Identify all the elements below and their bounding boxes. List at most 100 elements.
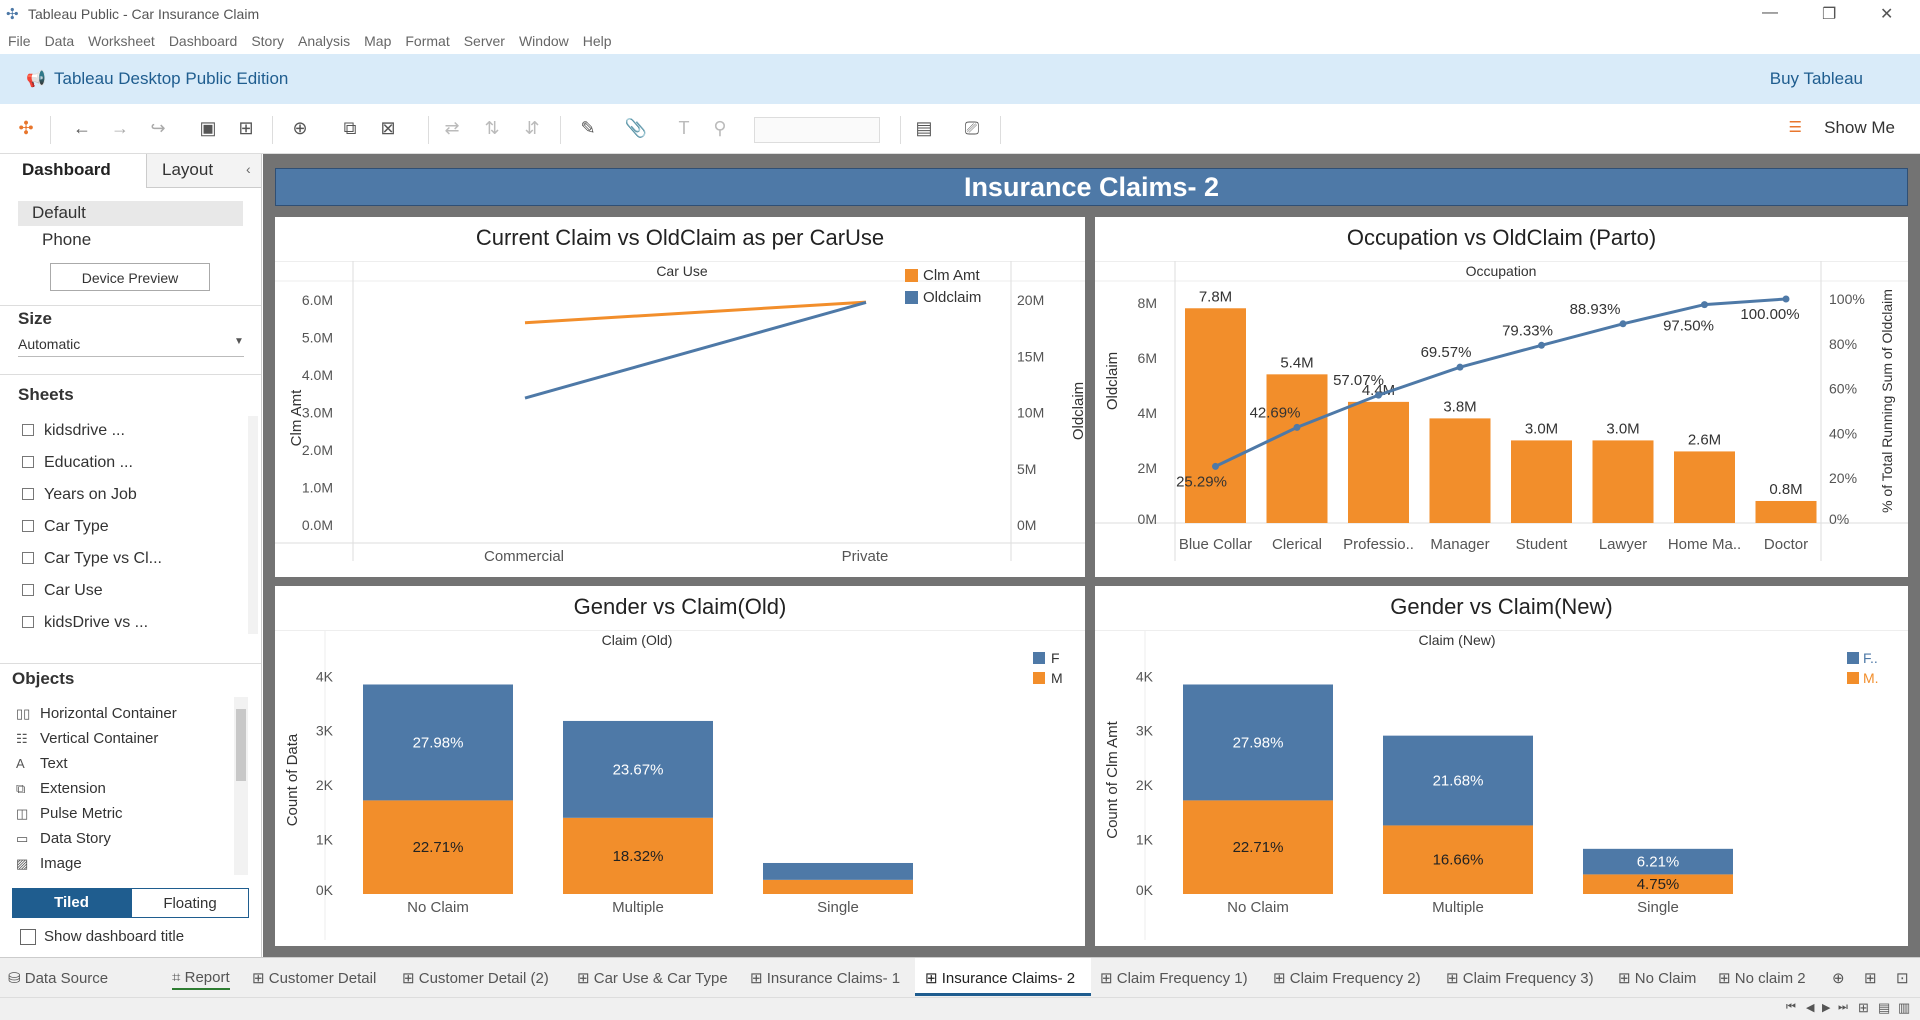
tab-claim-frequency-2[interactable]: ⊞ Claim Frequency 2) <box>1273 969 1421 987</box>
highlight-icon[interactable]: ✎ <box>576 118 600 139</box>
label-icon[interactable]: T <box>672 118 696 139</box>
object-pulse-metric[interactable]: ◫ Pulse Metric <box>16 805 123 822</box>
tableau-start-icon[interactable]: ✣ <box>14 118 38 139</box>
fit-dropdown[interactable] <box>754 117 880 143</box>
tab-claim-frequency-1[interactable]: ⊞ Claim Frequency 1) <box>1100 969 1248 987</box>
sheet-education[interactable]: Education ... <box>22 454 133 472</box>
sheet-car-use[interactable]: Car Use <box>22 582 103 600</box>
menu-map[interactable]: Map <box>364 33 391 49</box>
new-story-tab-icon[interactable]: ⊡ <box>1896 969 1909 987</box>
tab-insurance-claims-2[interactable]: ⊞ Insurance Claims- 2 <box>925 969 1075 987</box>
object-vertical-container[interactable]: ☷ Vertical Container <box>16 730 158 747</box>
clear-icon[interactable]: ⊠ <box>376 118 400 139</box>
tiled-button[interactable]: Tiled <box>12 888 131 918</box>
new-dashboard-tab-icon[interactable]: ⊞ <box>1864 969 1877 987</box>
grid-view-icon[interactable]: ⊞ <box>1858 1000 1869 1016</box>
last-page-icon[interactable]: ⏭ <box>1838 1001 1848 1014</box>
sort-asc-icon[interactable]: ⇅ <box>480 118 504 139</box>
undo-icon[interactable]: ← <box>70 118 94 139</box>
next-page-icon[interactable]: ▶ <box>1822 1001 1830 1014</box>
sheet-kidsdrive-vs[interactable]: kidsDrive vs ... <box>22 614 148 632</box>
object-extension[interactable]: ⧉ Extension <box>16 780 106 797</box>
close-icon[interactable]: ✕ <box>1880 4 1893 24</box>
replay-icon[interactable]: ↪ <box>146 118 170 139</box>
restore-icon[interactable]: ❐ <box>1822 4 1836 24</box>
menu-help[interactable]: Help <box>583 33 612 49</box>
size-dropdown-arrow-icon[interactable]: ▼ <box>234 336 244 347</box>
sheet-car-type[interactable]: Car Type <box>22 518 109 536</box>
chart-occupation-panel[interactable]: Occupation vs OldClaim (Parto) Occupatio… <box>1095 217 1908 577</box>
duplicate-icon[interactable]: ⧉ <box>338 118 362 139</box>
menu-dashboard[interactable]: Dashboard <box>169 33 238 49</box>
menu-data[interactable]: Data <box>45 33 75 49</box>
new-worksheet-icon[interactable]: ⊕ <box>288 118 312 139</box>
device-phone[interactable]: Phone <box>42 230 91 250</box>
chart-caruse[interactable]: Car Use Commercial Private Clm Amt Oldcl… <box>275 261 1085 561</box>
swap-icon[interactable]: ⇄ <box>440 118 464 139</box>
minimize-icon[interactable]: — <box>1762 4 1778 22</box>
tab-customer-detail[interactable]: ⊞ Customer Detail <box>252 969 376 987</box>
tab-layout[interactable]: Layout <box>162 160 213 180</box>
save-icon[interactable]: ▣ <box>196 118 220 139</box>
y-tick-right: 40% <box>1829 425 1857 441</box>
sort-desc-icon[interactable]: ⇵ <box>520 118 544 139</box>
collapse-pane-icon[interactable]: ‹ <box>246 161 251 177</box>
tab-no-claim[interactable]: ⊞ No Claim <box>1618 969 1696 987</box>
device-preview-button[interactable]: Device Preview <box>50 263 210 291</box>
first-page-icon[interactable]: ⏮ <box>1786 1001 1796 1014</box>
tab-insurance-claims-1[interactable]: ⊞ Insurance Claims- 1 <box>750 969 900 987</box>
menu-file[interactable]: File <box>8 33 31 49</box>
tab-report[interactable]: ⌗ Report <box>172 969 230 990</box>
floating-button[interactable]: Floating <box>131 888 249 918</box>
attach-icon[interactable]: 📎 <box>624 118 648 139</box>
sheet-years-on-job[interactable]: Years on Job <box>22 486 137 504</box>
size-dropdown[interactable]: Automatic <box>18 336 80 352</box>
prev-page-icon[interactable]: ◀ <box>1806 1001 1814 1014</box>
objects-scrollbar[interactable] <box>234 697 248 875</box>
new-worksheet-tab-icon[interactable]: ⊕ <box>1832 969 1845 987</box>
menu-server[interactable]: Server <box>464 33 505 49</box>
chart-gender-old-panel[interactable]: Gender vs Claim(Old) Claim (Old) Count o… <box>275 586 1085 946</box>
show-title-checkbox[interactable] <box>20 929 36 945</box>
list-view-icon[interactable]: ▤ <box>1878 1000 1890 1016</box>
vertical-container-icon: ☷ <box>16 731 28 746</box>
object-horizontal-container[interactable]: ▯▯ Horizontal Container <box>16 705 177 722</box>
edition-label: Tableau Desktop Public Edition <box>54 69 289 88</box>
chart-caruse-panel[interactable]: Current Claim vs OldClaim as per CarUse … <box>275 217 1085 577</box>
show-me-button[interactable]: Show Me <box>1824 118 1895 138</box>
menu-analysis[interactable]: Analysis <box>298 33 350 49</box>
sheet-car-type-vs-claim[interactable]: Car Type vs Cl... <box>22 550 162 568</box>
chart-gender-new[interactable]: Claim (New) Count of Clm Amt 4K3K2K1K0K … <box>1095 630 1908 940</box>
presentation-icon[interactable]: ⎚ <box>960 118 984 139</box>
chart-gender-old[interactable]: Claim (Old) Count of Data 4K 3K 2K 1K 0K 22.… <box>275 630 1085 940</box>
object-data-story[interactable]: ▭ Data Story <box>16 830 111 847</box>
chart-occupation[interactable]: Occupation Oldclaim % of Total Running S… <box>1095 261 1908 561</box>
object-image[interactable]: ▨ Image <box>16 855 82 872</box>
tab-customer-detail-2[interactable]: ⊞ Customer Detail (2) <box>402 969 549 987</box>
chart-gender-new-panel[interactable]: Gender vs Claim(New) Claim (New) Count o… <box>1095 586 1908 946</box>
new-datasource-icon[interactable]: ⊞ <box>234 118 258 139</box>
sheets-scrollbar[interactable] <box>248 416 258 634</box>
redo-icon[interactable]: → <box>108 118 132 139</box>
sheet-kidsdrive[interactable]: kidsdrive ... <box>22 422 125 440</box>
device-default[interactable]: Default <box>32 203 86 223</box>
y-tick-right: 80% <box>1829 336 1857 352</box>
cards-icon[interactable]: ▤ <box>912 118 936 139</box>
tab-no-claim-2[interactable]: ⊞ No claim 2 <box>1718 969 1806 987</box>
dashboard-canvas: Insurance Claims- 2 Current Claim vs Old… <box>263 154 1920 957</box>
tab-data-source[interactable]: ⛁ Data Source <box>8 969 108 987</box>
menu-format[interactable]: Format <box>405 33 449 49</box>
pin-icon[interactable]: ⚲ <box>708 118 732 139</box>
menu-bar: File Data Worksheet Dashboard Story Analysis M… <box>0 30 1920 54</box>
x-tick-label: Multiple <box>1432 899 1484 916</box>
menu-worksheet[interactable]: Worksheet <box>88 33 155 49</box>
tab-claim-frequency-3[interactable]: ⊞ Claim Frequency 3) <box>1446 969 1594 987</box>
filmstrip-icon[interactable]: ▥ <box>1898 1000 1910 1016</box>
buy-tableau-link[interactable]: Buy Tableau <box>1770 69 1863 89</box>
show-me-icon[interactable]: ☰ <box>1789 118 1802 136</box>
menu-window[interactable]: Window <box>519 33 569 49</box>
menu-story[interactable]: Story <box>251 33 284 49</box>
object-text[interactable]: A Text <box>16 755 68 772</box>
tab-car-use-car-type[interactable]: ⊞ Car Use & Car Type <box>577 969 728 987</box>
tab-dashboard[interactable]: Dashboard <box>22 160 111 180</box>
